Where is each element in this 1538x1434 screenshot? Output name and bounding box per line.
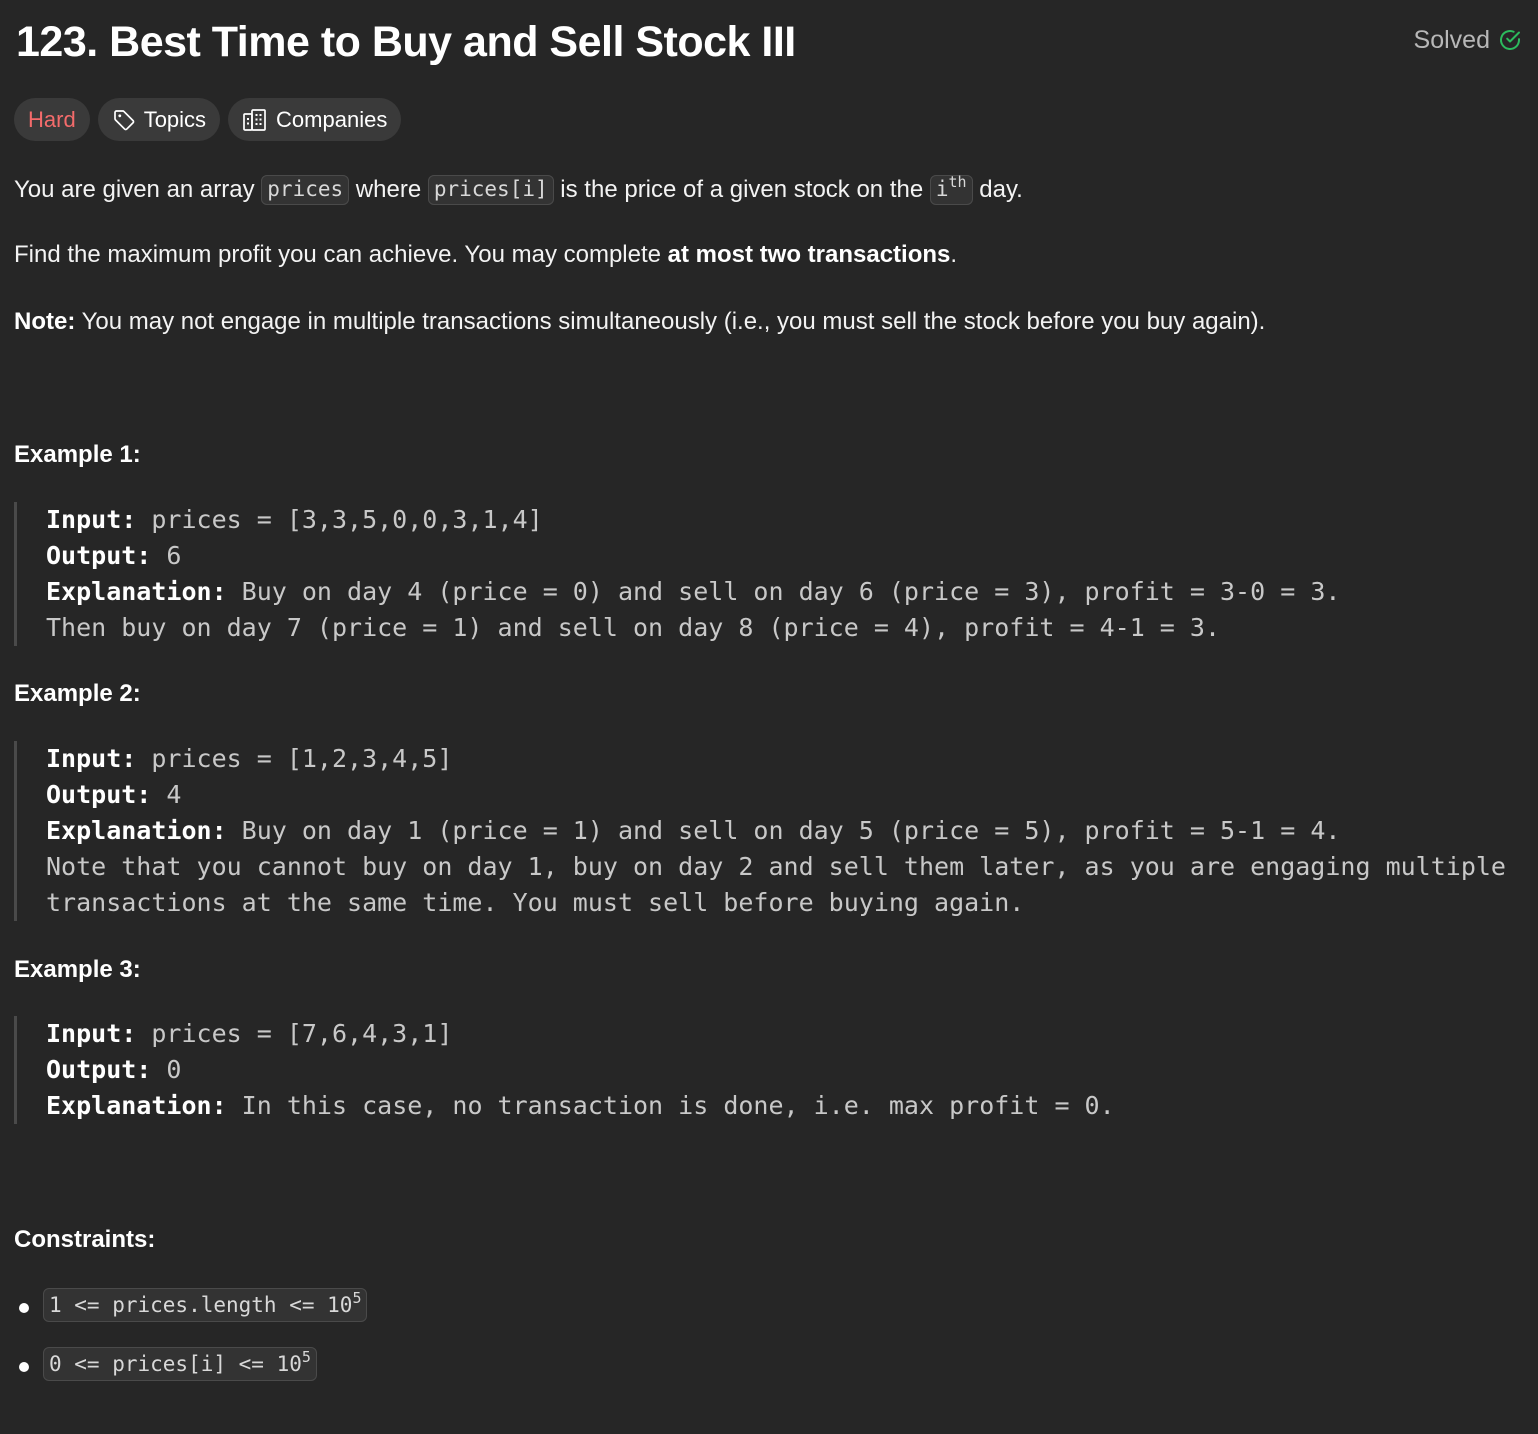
bullet-icon bbox=[19, 1303, 29, 1313]
bold-text: at most two transactions bbox=[667, 241, 951, 268]
input-label: Input: bbox=[46, 505, 137, 534]
note-label: Note: bbox=[14, 308, 76, 335]
constraint-exponent: 5 bbox=[301, 1348, 311, 1366]
constraint-code: 1 <= prices.length <= 105 bbox=[43, 1288, 368, 1322]
solved-label: Solved bbox=[1413, 26, 1490, 54]
inline-code-ith: ith bbox=[929, 173, 973, 205]
example-2-block: Input: prices = [1,2,3,4,5] Output: 4 Ex… bbox=[14, 741, 1506, 921]
topics-button[interactable]: Topics bbox=[97, 98, 221, 141]
input-label: Input: bbox=[46, 744, 137, 773]
explanation-text: In this case, no transaction is done, i.… bbox=[226, 1091, 1115, 1120]
example-2-title: Example 2: bbox=[14, 680, 141, 707]
constraints-title: Constraints: bbox=[14, 1226, 156, 1253]
inline-code-prices-i: prices[i] bbox=[427, 175, 554, 205]
input-value: prices = [1,2,3,4,5] bbox=[136, 744, 453, 773]
tag-icon bbox=[112, 108, 136, 132]
example-3-title: Example 3: bbox=[14, 956, 141, 983]
explanation-text: Buy on day 4 (price = 0) and sell on day… bbox=[226, 577, 1341, 606]
code-base: i bbox=[935, 177, 949, 201]
constraints-list: 1 <= prices.length <= 105 0 <= prices[i]… bbox=[14, 1288, 368, 1406]
output-value: 6 bbox=[151, 541, 182, 570]
constraint-text: 0 <= prices[i] <= 10 bbox=[49, 1352, 302, 1376]
explanation-text: Then buy on day 7 (price = 1) and sell o… bbox=[46, 613, 1220, 642]
input-label: Input: bbox=[46, 1019, 137, 1048]
example-explanation-row: Note that you cannot buy on day 1, buy o… bbox=[46, 849, 1506, 885]
output-label: Output: bbox=[46, 541, 152, 570]
text-span: day. bbox=[972, 176, 1023, 203]
explanation-label: Explanation: bbox=[46, 1091, 227, 1120]
example-input-row: Input: prices = [7,6,4,3,1] bbox=[46, 1016, 1115, 1052]
explanation-text: Note that you cannot buy on day 1, buy o… bbox=[46, 852, 1506, 881]
text-span: where bbox=[349, 176, 428, 203]
constraint-exponent: 5 bbox=[352, 1289, 362, 1307]
input-value: prices = [3,3,5,0,0,3,1,4] bbox=[136, 505, 543, 534]
explanation-text: Buy on day 1 (price = 1) and sell on day… bbox=[226, 816, 1341, 845]
example-explanation-row: Explanation: Buy on day 1 (price = 1) an… bbox=[46, 813, 1506, 849]
problem-title[interactable]: 123. Best Time to Buy and Sell Stock III bbox=[16, 16, 796, 68]
output-label: Output: bbox=[46, 780, 152, 809]
difficulty-label: Hard bbox=[28, 106, 76, 132]
input-value: prices = [7,6,4,3,1] bbox=[136, 1019, 453, 1048]
difficulty-badge: Hard bbox=[14, 98, 90, 141]
solved-status: Solved bbox=[1414, 24, 1522, 56]
example-output-row: Output: 0 bbox=[46, 1052, 1115, 1088]
example-output-row: Output: 4 bbox=[46, 777, 1506, 813]
constraint-text: 1 <= prices.length <= 10 bbox=[49, 1293, 353, 1317]
explanation-label: Explanation: bbox=[46, 816, 227, 845]
description-paragraph-2: Find the maximum profit you can achieve.… bbox=[14, 238, 957, 272]
text-span: Find the maximum profit you can achieve.… bbox=[14, 241, 668, 268]
constraint-code: 0 <= prices[i] <= 105 bbox=[43, 1347, 317, 1381]
example-explanation-row: Explanation: In this case, no transactio… bbox=[46, 1088, 1115, 1124]
check-circle-icon bbox=[1498, 28, 1522, 52]
example-3-block: Input: prices = [7,6,4,3,1] Output: 0 Ex… bbox=[14, 1016, 1115, 1124]
note-paragraph: Note: You may not engage in multiple tra… bbox=[14, 305, 1265, 339]
note-text: You may not engage in multiple transacti… bbox=[75, 308, 1266, 335]
topics-label: Topics bbox=[143, 106, 207, 132]
example-output-row: Output: 6 bbox=[46, 538, 1340, 574]
inline-code-prices: prices bbox=[261, 175, 350, 205]
code-superscript: th bbox=[948, 173, 967, 191]
example-input-row: Input: prices = [3,3,5,0,0,3,1,4] bbox=[46, 502, 1340, 538]
bullet-icon bbox=[19, 1362, 29, 1372]
list-item: 0 <= prices[i] <= 105 bbox=[14, 1347, 367, 1387]
building-icon bbox=[242, 108, 268, 132]
example-1-block: Input: prices = [3,3,5,0,0,3,1,4] Output… bbox=[14, 502, 1340, 646]
tag-bar: Hard Topics Companies bbox=[14, 98, 402, 141]
companies-label: Companies bbox=[276, 106, 388, 132]
example-1-title: Example 1: bbox=[14, 441, 141, 468]
companies-button[interactable]: Companies bbox=[228, 98, 402, 141]
example-input-row: Input: prices = [1,2,3,4,5] bbox=[46, 741, 1506, 777]
description-paragraph-1: You are given an array prices where pric… bbox=[14, 172, 1023, 207]
example-explanation-row: Then buy on day 7 (price = 1) and sell o… bbox=[46, 610, 1340, 646]
text-span: . bbox=[950, 241, 958, 268]
output-value: 0 bbox=[151, 1055, 182, 1084]
example-explanation-row: transactions at the same time. You must … bbox=[46, 885, 1506, 921]
problem-header: 123. Best Time to Buy and Sell Stock III… bbox=[14, 14, 1524, 70]
text-span: You are given an array bbox=[14, 176, 262, 203]
text-span: is the price of a given stock on the bbox=[553, 176, 930, 203]
explanation-label: Explanation: bbox=[46, 577, 227, 606]
output-label: Output: bbox=[46, 1055, 152, 1084]
example-explanation-row: Explanation: Buy on day 4 (price = 0) an… bbox=[46, 574, 1340, 610]
list-item: 1 <= prices.length <= 105 bbox=[14, 1288, 368, 1328]
output-value: 4 bbox=[151, 780, 182, 809]
explanation-text: transactions at the same time. You must … bbox=[46, 888, 1025, 917]
